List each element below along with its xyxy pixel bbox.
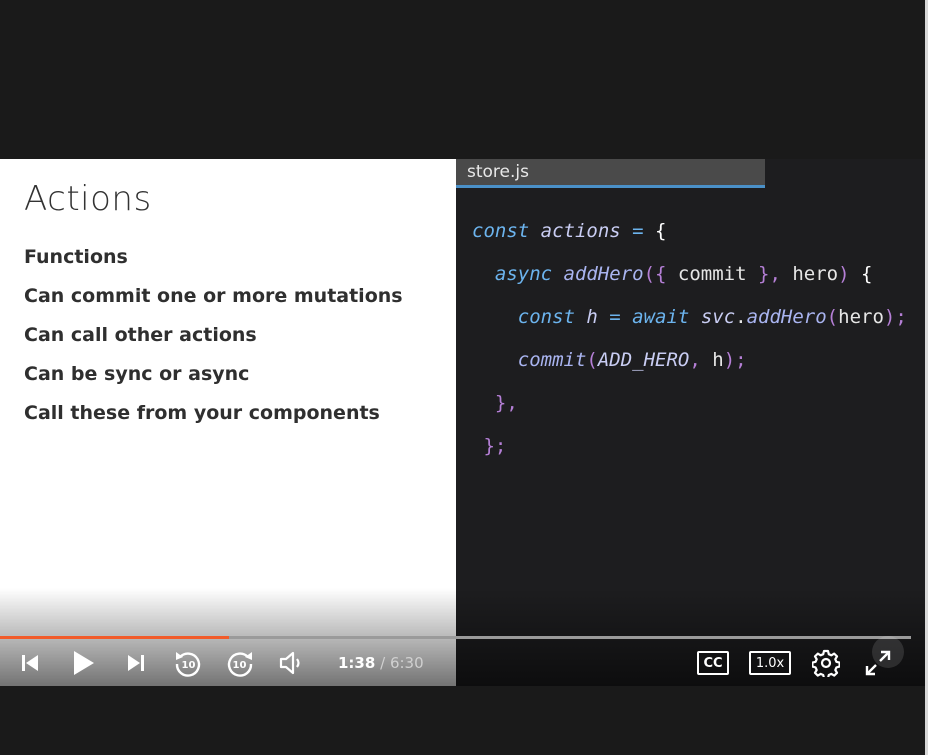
code-token: );	[723, 349, 747, 371]
code-token: const	[472, 306, 587, 328]
code-token: addHero	[563, 263, 644, 285]
previous-button[interactable]	[16, 648, 44, 678]
current-time: 1:38	[338, 654, 376, 672]
time-display: 1:38 / 6:30	[338, 651, 424, 675]
code-line: const h = await svc.addHero(hero);	[472, 301, 907, 344]
bullet-item: Functions	[24, 246, 128, 268]
code-token: commit	[472, 349, 587, 371]
code-token: .	[735, 306, 747, 328]
top-letterbox	[0, 0, 928, 159]
code-token: ,	[689, 349, 713, 371]
bullet-item: Can be sync or async	[24, 363, 250, 385]
bullet-list: Functions Can commit one or more mutatio…	[24, 243, 403, 438]
code-token: )	[838, 263, 861, 285]
bullet-item: Call these from your components	[24, 402, 380, 424]
svg-text:10: 10	[182, 660, 196, 671]
code-token: h	[712, 349, 724, 371]
code-token: );	[883, 306, 907, 328]
code-token: (	[586, 349, 598, 371]
duration: 6:30	[389, 654, 424, 672]
svg-text:10: 10	[233, 660, 247, 671]
code-token: ({	[643, 263, 678, 285]
code-token: },	[472, 392, 518, 414]
code-token: async	[472, 263, 564, 285]
code-token: actions	[540, 220, 633, 242]
code-line: const actions = {	[472, 215, 907, 258]
code-line: commit(ADD_HERO, h);	[472, 344, 907, 387]
time-separator: /	[380, 654, 386, 672]
bullet-item: Can call other actions	[24, 324, 257, 346]
playback-speed-button[interactable]: 1.0x	[749, 651, 791, 675]
forward-10-button[interactable]: 10	[224, 648, 256, 678]
skip-next-icon	[128, 655, 144, 671]
play-button[interactable]	[68, 648, 98, 678]
code-line: };	[472, 430, 907, 473]
slide-title: Actions	[24, 179, 152, 219]
forward-10-icon: 10	[227, 652, 253, 677]
volume-icon	[279, 651, 300, 675]
code-token: addHero	[746, 306, 827, 328]
code-token: (	[826, 306, 839, 328]
play-icon	[74, 651, 94, 675]
volume-button[interactable]	[277, 648, 307, 678]
progress-bar[interactable]	[0, 636, 911, 639]
bottom-letterbox	[0, 686, 928, 755]
code-token: };	[472, 435, 507, 457]
skip-previous-icon	[22, 655, 38, 671]
gear-icon	[812, 649, 840, 677]
rewind-10-icon: 10	[175, 652, 201, 677]
next-button[interactable]	[122, 648, 150, 678]
code-token: hero	[792, 263, 839, 285]
code-line: },	[472, 387, 907, 430]
code-token: const	[472, 220, 541, 242]
code-token: commit	[677, 263, 758, 285]
file-tab: store.js	[456, 159, 765, 188]
code-token: h	[586, 306, 610, 328]
code-token: =	[609, 306, 633, 328]
fullscreen-button[interactable]	[863, 648, 893, 678]
progress-fill	[0, 636, 229, 639]
code-line: async addHero({ commit }, hero) {	[472, 258, 907, 301]
code-token: {	[860, 263, 873, 285]
code-token: ADD_HERO	[597, 349, 690, 371]
settings-button[interactable]	[811, 648, 841, 678]
captions-button[interactable]: CC	[697, 651, 729, 675]
rewind-10-button[interactable]: 10	[172, 648, 204, 678]
code-block: const actions = { async addHero({ commit…	[472, 215, 907, 473]
code-token: },	[758, 263, 793, 285]
code-token: {	[655, 220, 667, 242]
code-token: =	[632, 220, 656, 242]
code-token: await	[632, 306, 701, 328]
expand-icon	[865, 650, 891, 676]
bullet-item: Can commit one or more mutations	[24, 285, 403, 307]
code-token: hero	[838, 306, 884, 328]
code-token: svc	[700, 306, 736, 328]
